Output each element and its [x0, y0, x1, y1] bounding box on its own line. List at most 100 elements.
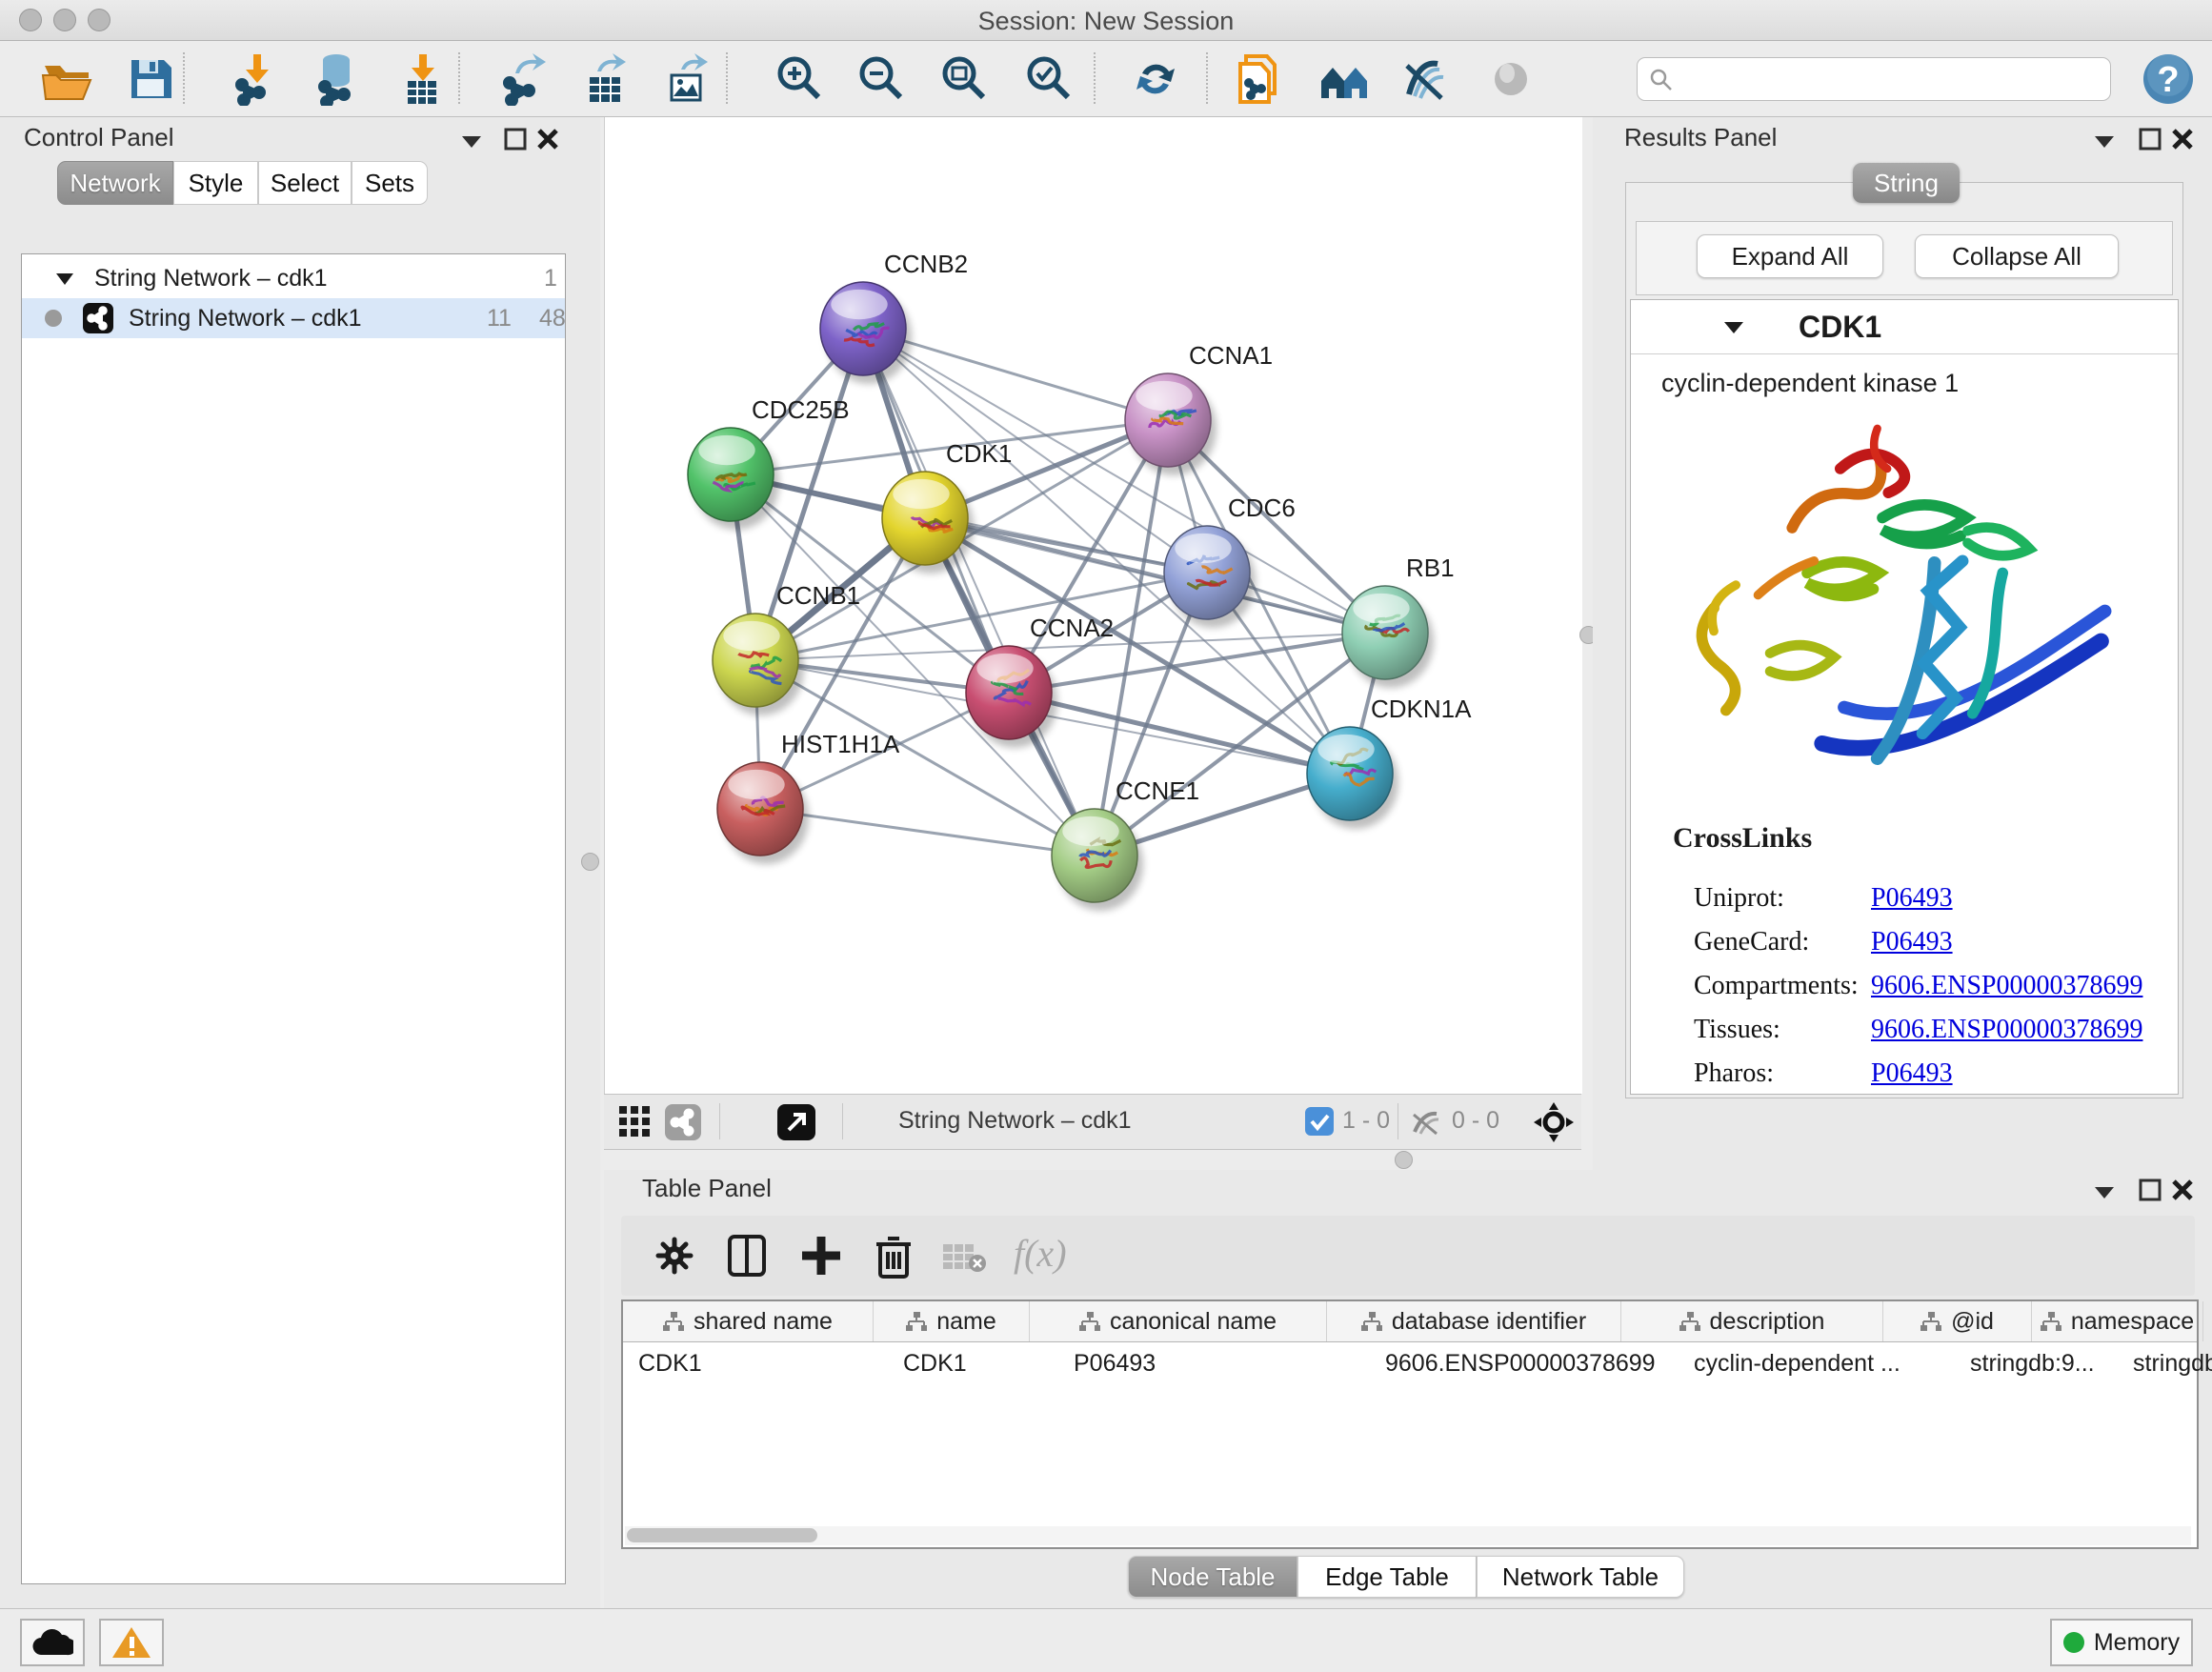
table-cell[interactable]: 9606.ENSP00000378699: [1370, 1342, 1679, 1384]
column-header-shared-name[interactable]: shared name: [623, 1301, 874, 1341]
crosslink-link[interactable]: 9606.ENSP00000378699: [1871, 1015, 2142, 1045]
network-node-RB1[interactable]: [1342, 586, 1434, 688]
network-canvas[interactable]: CCNB2CCNA1CDC25BCDK1CDC6RB1CCNB1CCNA2CDK…: [604, 117, 1582, 1094]
scrollbar-thumb[interactable]: [627, 1528, 817, 1542]
node-table[interactable]: shared namenamecanonical namedatabase id…: [621, 1299, 2199, 1549]
network-node-HIST1H1A[interactable]: [717, 762, 809, 864]
panel-float-icon[interactable]: [503, 127, 528, 151]
network-from-selection-icon[interactable]: [1233, 52, 1286, 106]
network-edge[interactable]: [760, 809, 1095, 856]
panel-float-icon[interactable]: [2138, 127, 2162, 151]
search-input[interactable]: [1637, 57, 2111, 101]
network-node-CDC6[interactable]: [1164, 526, 1256, 628]
search-icon: [1649, 68, 1674, 92]
table-cell[interactable]: stringdb:9...: [1955, 1342, 2118, 1384]
tab-network-table[interactable]: Network Table: [1477, 1556, 1684, 1598]
zoom-in-icon[interactable]: [774, 52, 827, 106]
panel-menu-icon[interactable]: [2092, 132, 2117, 150]
network-row[interactable]: String Network – cdk1 11 48: [22, 298, 565, 338]
panel-close-icon[interactable]: [2170, 127, 2195, 151]
column-header-@id[interactable]: @id: [1883, 1301, 2032, 1341]
export-image-icon[interactable]: [662, 52, 715, 106]
crosslink-link[interactable]: P06493: [1871, 927, 1953, 957]
new-table-icon[interactable]: [580, 52, 633, 106]
expand-all-button[interactable]: Expand All: [1697, 234, 1883, 278]
collection-expand-icon[interactable]: [54, 272, 75, 287]
bottom-splitter-handle[interactable]: [1395, 1151, 1413, 1169]
network-node-CCNA2[interactable]: [966, 646, 1057, 748]
network-node-CDC25B[interactable]: [688, 428, 779, 530]
column-header-database-identifier[interactable]: database identifier: [1327, 1301, 1621, 1341]
network-collection-row[interactable]: String Network – cdk1 1: [22, 258, 565, 298]
tab-sets[interactable]: Sets: [352, 161, 428, 205]
zoom-fit-icon[interactable]: [938, 52, 992, 106]
zoom-out-icon[interactable]: [855, 52, 909, 106]
node-label-RB1: RB1: [1406, 554, 1455, 582]
table-cell[interactable]: CDK1: [623, 1342, 888, 1384]
protein-header[interactable]: CDK1: [1631, 300, 2178, 354]
network-node-CCNB2[interactable]: [820, 282, 912, 384]
import-network-database-icon[interactable]: [312, 52, 365, 106]
column-header-canonical-name[interactable]: canonical name: [1030, 1301, 1327, 1341]
tab-network[interactable]: Network: [57, 161, 173, 205]
pan-crosshair-icon[interactable]: [1534, 1102, 1574, 1142]
selected-checkbox-icon[interactable]: [1305, 1107, 1334, 1136]
show-columns-icon[interactable]: [728, 1235, 766, 1277]
memory-button[interactable]: Memory: [2050, 1619, 2193, 1666]
panel-menu-icon[interactable]: [459, 132, 484, 150]
column-type-icon: [1679, 1311, 1700, 1332]
warnings-button[interactable]: [99, 1619, 164, 1666]
table-settings-gear-icon[interactable]: [655, 1237, 694, 1275]
new-network-icon[interactable]: [498, 52, 552, 106]
protein-collapse-icon[interactable]: [1721, 319, 1746, 336]
hide-selected-icon[interactable]: [1399, 52, 1453, 106]
table-row[interactable]: CDK1CDK1P064939606.ENSP00000378699cyclin…: [623, 1342, 2197, 1384]
memory-label: Memory: [2094, 1629, 2180, 1657]
table-cell[interactable]: CDK1: [888, 1342, 1058, 1384]
tab-select[interactable]: Select: [258, 161, 352, 205]
column-header-name[interactable]: name: [874, 1301, 1030, 1341]
panel-close-icon[interactable]: [2170, 1178, 2195, 1202]
tab-edge-table[interactable]: Edge Table: [1297, 1556, 1477, 1598]
table-cell[interactable]: cyclin-dependent ...: [1679, 1342, 1955, 1384]
network-node-CDK1[interactable]: [882, 472, 974, 574]
column-header-description[interactable]: description: [1621, 1301, 1883, 1341]
cloud-button[interactable]: [20, 1619, 85, 1666]
status-bar: Memory: [0, 1608, 2212, 1672]
panel-close-icon[interactable]: [535, 127, 560, 151]
string-view-icon[interactable]: [665, 1104, 701, 1140]
open-in-window-icon[interactable]: [777, 1104, 815, 1140]
network-edge[interactable]: [863, 329, 1095, 856]
crosslink-link[interactable]: 9606.ENSP00000378699: [1871, 971, 2142, 1001]
left-splitter-handle[interactable]: [581, 853, 599, 871]
tab-node-table[interactable]: Node Table: [1128, 1556, 1297, 1598]
zoom-selected-icon[interactable]: [1023, 52, 1076, 106]
table-cell[interactable]: stringdb: [2118, 1342, 2212, 1384]
first-neighbors-icon[interactable]: [1317, 52, 1371, 106]
node-label-CDKN1A: CDKN1A: [1371, 695, 1472, 723]
network-node-CCNE1[interactable]: [1052, 809, 1143, 911]
column-header-namespace[interactable]: namespace: [2032, 1301, 2203, 1341]
import-network-file-icon[interactable]: [231, 52, 284, 106]
network-edge[interactable]: [1009, 693, 1350, 774]
crosslink-link[interactable]: P06493: [1871, 1058, 1953, 1089]
show-all-icon[interactable]: [1484, 52, 1538, 106]
tab-string[interactable]: String: [1853, 163, 1960, 203]
help-icon[interactable]: ?: [2142, 52, 2195, 106]
apply-layout-icon[interactable]: [1129, 52, 1182, 106]
crosslink-link[interactable]: P06493: [1871, 883, 1953, 914]
open-session-icon[interactable]: [40, 52, 93, 106]
network-node-CCNA1[interactable]: [1125, 373, 1217, 475]
panel-float-icon[interactable]: [2138, 1178, 2162, 1202]
import-table-icon[interactable]: [396, 52, 450, 106]
tab-style[interactable]: Style: [173, 161, 258, 205]
birdseye-grid-icon[interactable]: [619, 1106, 654, 1138]
network-node-CDKN1A[interactable]: [1307, 727, 1398, 829]
collapse-all-button[interactable]: Collapse All: [1915, 234, 2119, 278]
table-cell[interactable]: P06493: [1058, 1342, 1370, 1384]
delete-column-icon[interactable]: [875, 1233, 913, 1279]
horizontal-scrollbar[interactable]: [625, 1526, 2191, 1545]
panel-menu-icon[interactable]: [2092, 1183, 2117, 1200]
save-session-icon[interactable]: [124, 52, 177, 106]
add-column-icon[interactable]: [800, 1235, 842, 1277]
